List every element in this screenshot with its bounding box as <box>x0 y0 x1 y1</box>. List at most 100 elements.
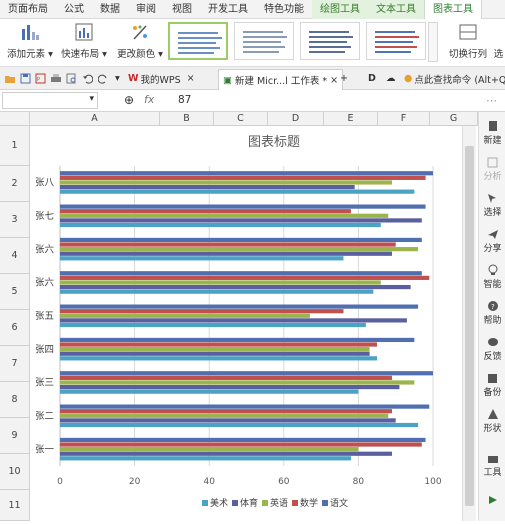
scrollbar-thumb[interactable] <box>465 146 474 506</box>
column-header-c[interactable]: C <box>214 112 268 126</box>
green-arrow-icon[interactable] <box>479 494 505 506</box>
menu-features[interactable]: 特色功能 <box>256 0 312 19</box>
zoom-icon[interactable]: ⊕ <box>124 93 134 107</box>
bar <box>60 309 344 314</box>
share-button[interactable]: 分享 <box>479 228 505 254</box>
undo-icon[interactable] <box>82 71 93 86</box>
lightbulb-icon: ● <box>404 73 413 84</box>
save-icon[interactable] <box>20 71 31 86</box>
search-command-label: 点此查找命令 (Alt+Q <box>414 74 505 86</box>
expand-icon[interactable]: ⋯ <box>486 94 497 107</box>
my-wps-tab[interactable]: W 我的WPS × <box>128 71 195 86</box>
bar <box>60 247 419 252</box>
column-header-d[interactable]: D <box>268 112 324 126</box>
column-header-g[interactable]: G <box>430 112 478 126</box>
legend-label: 语文 <box>330 497 348 509</box>
search-command[interactable]: ● 点此查找命令 (Alt+Q <box>404 71 505 86</box>
legend-label: 数学 <box>300 497 318 509</box>
change-color-button[interactable]: 更改颜色 ▾ <box>116 21 164 65</box>
category-label: 张六 <box>35 243 55 255</box>
formula-value[interactable]: 87 <box>178 94 191 106</box>
bar <box>60 209 351 214</box>
legend-swatch <box>202 500 208 506</box>
close-icon[interactable]: × <box>187 73 195 84</box>
menu-developer[interactable]: 开发工具 <box>200 0 256 19</box>
fx-label[interactable]: fx <box>144 93 154 106</box>
column-header-a[interactable]: A <box>30 112 160 126</box>
shape-button[interactable]: 形状 <box>479 408 505 434</box>
column-header-e[interactable]: E <box>324 112 378 126</box>
chart-style-4[interactable] <box>366 22 426 60</box>
bar <box>60 389 359 394</box>
menu-view[interactable]: 视图 <box>164 0 200 19</box>
switch-row-col-button[interactable]: 切换行列 <box>446 21 490 65</box>
legend-label: 体育 <box>240 497 258 509</box>
open-folder-icon[interactable] <box>4 71 16 86</box>
cloud-icon[interactable]: ☁ <box>386 71 396 86</box>
row-header[interactable]: 2 <box>0 166 30 202</box>
d-icon[interactable]: D <box>368 71 376 86</box>
row-header[interactable]: 9 <box>0 418 30 454</box>
dropdown-arrow-icon[interactable]: ▾ <box>115 71 120 86</box>
chart-style-3[interactable] <box>300 22 360 60</box>
close-icon[interactable]: × <box>330 75 338 86</box>
analyze-icon <box>487 156 499 168</box>
bar <box>60 189 415 194</box>
help-button[interactable]: ? 帮助 <box>479 300 505 326</box>
row-header[interactable]: 6 <box>0 310 30 346</box>
row-header[interactable]: 11 <box>0 490 30 521</box>
menu-chart-tools[interactable]: 图表工具 <box>424 0 482 20</box>
row-header[interactable]: 10 <box>0 454 30 490</box>
row-header[interactable]: 3 <box>0 202 30 238</box>
row-header[interactable]: 1 <box>0 126 30 166</box>
menu-text-tools[interactable]: 文本工具 <box>368 0 424 19</box>
chart-area[interactable]: 图表标题 0 20 40 60 80 100 张一 张二 张三 张四 张五 张六 张六 张七 张八 美术 体育 英语… <box>30 126 458 521</box>
add-element-button[interactable]: 添加元素 ▾ <box>6 21 54 65</box>
chart-title: 图表标题 <box>248 135 300 150</box>
smart-button[interactable]: 智能 <box>479 264 505 290</box>
bar <box>60 418 396 423</box>
select-all-corner[interactable] <box>0 112 30 126</box>
analyze-button[interactable]: 分析 <box>479 156 505 182</box>
document-tab[interactable]: ▣ 新建 Micr...l 工作表 * × <box>218 69 344 90</box>
new-button[interactable]: 新建 <box>479 120 505 146</box>
select-button[interactable]: 选择 <box>479 192 505 218</box>
column-header-f[interactable]: F <box>378 112 430 126</box>
select-data-button[interactable]: 选 <box>492 21 505 65</box>
redo-icon[interactable] <box>98 71 109 86</box>
row-header[interactable]: 4 <box>0 238 30 274</box>
backup-icon <box>487 372 499 384</box>
name-box[interactable]: ▾ <box>2 92 98 109</box>
bar <box>60 356 378 361</box>
tools-button[interactable]: 工具 <box>479 452 505 478</box>
bar <box>60 351 370 356</box>
bar-chart[interactable]: 图表标题0 20 40 60 80 100张一张二张三张四张五张六张六张七张八美术 体育 英语… <box>30 126 458 521</box>
quick-layout-label: 快速布局 <box>61 49 100 60</box>
lightbulb-icon <box>487 264 499 276</box>
chart-style-2[interactable] <box>234 22 294 60</box>
change-color-label: 更改颜色 <box>117 49 156 60</box>
preview-icon[interactable] <box>66 71 77 86</box>
column-header-b[interactable]: B <box>160 112 214 126</box>
bar <box>60 413 389 418</box>
menu-page-layout[interactable]: 页面布局 <box>0 0 56 19</box>
vertical-scrollbar[interactable] <box>462 126 476 521</box>
x-tick-label: 20 <box>129 477 141 487</box>
pdf-icon[interactable]: P <box>35 71 46 86</box>
menu-data[interactable]: 数据 <box>92 0 128 19</box>
feedback-button[interactable]: 反馈 <box>479 336 505 362</box>
bar-chart-icon <box>19 21 41 43</box>
styles-scrollbar[interactable] <box>428 22 438 62</box>
menu-review[interactable]: 审阅 <box>128 0 164 19</box>
menu-formula[interactable]: 公式 <box>56 0 92 19</box>
chart-style-1[interactable] <box>168 22 228 60</box>
menu-drawing-tools[interactable]: 绘图工具 <box>312 0 368 19</box>
backup-button[interactable]: 备份 <box>479 372 505 398</box>
row-header[interactable]: 5 <box>0 274 30 310</box>
row-header[interactable]: 8 <box>0 382 30 418</box>
print-icon[interactable] <box>50 71 62 86</box>
quick-layout-button[interactable]: 快速布局 ▾ <box>58 21 110 65</box>
new-tab-icon[interactable]: + <box>340 71 348 86</box>
row-header[interactable]: 7 <box>0 346 30 382</box>
bar <box>60 422 419 428</box>
